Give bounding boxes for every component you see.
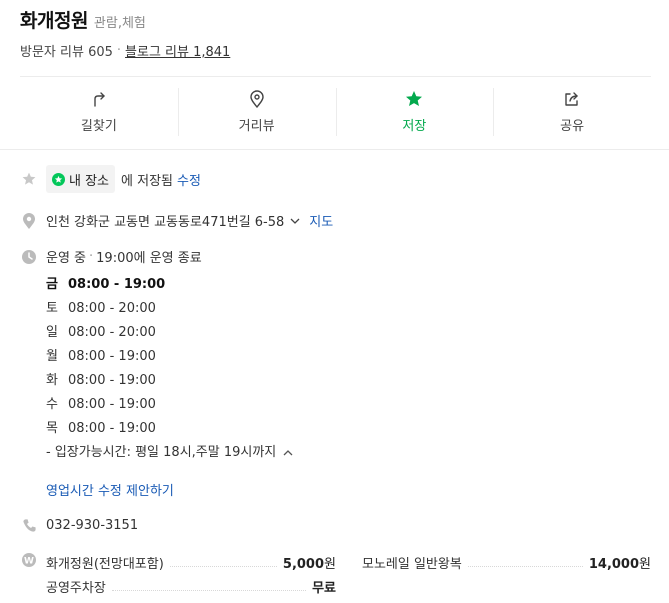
saved-text: 에 저장됨 [121, 173, 173, 189]
price-item: 공영주차장 무료 [46, 577, 336, 596]
hours-time: 08:00 - 19:00 [68, 277, 166, 292]
price-amount: 14,000 [588, 556, 640, 572]
price-item: 모노레일 일반왕복 14,000원 [362, 553, 651, 572]
map-link[interactable]: 지도 [309, 211, 333, 230]
blog-review-link[interactable]: 블로그 리뷰 1,841 [125, 41, 230, 60]
price-leader [467, 557, 583, 567]
action-label-share: 공유 [560, 119, 585, 134]
place-category: 관람,체험 [93, 16, 146, 31]
entry-note: - 입장가능시간: 평일 18시,주말 19시까지 [46, 445, 277, 460]
star-icon [406, 91, 423, 106]
saved-row: 내 장소 에 저장됨 수정 [20, 165, 201, 193]
price-item: 화개정원(전망대포함) 5,000원 [46, 553, 336, 572]
place-name: 화개정원 [20, 10, 88, 32]
visitor-review-count[interactable]: 방문자 리뷰 605 [20, 41, 113, 60]
price-leader [111, 581, 307, 591]
price-value: 5,000원 [283, 553, 336, 572]
action-label-save: 저장 [402, 119, 427, 134]
place-header: 화개정원 관람,체험 [20, 6, 146, 33]
svg-text:W: W [24, 557, 34, 567]
hours-item: 수 08:00 - 19:00 [46, 393, 294, 417]
price-name: 공영주차장 [46, 580, 106, 596]
hours-item: 화 08:00 - 19:00 [46, 369, 294, 393]
hours-status: 운영 중 [46, 251, 87, 266]
hours-separator: · [89, 249, 94, 264]
phone-row: 032-930-3151 [20, 516, 138, 534]
hours-time: 08:00 - 19:00 [68, 421, 156, 436]
divider [0, 149, 669, 150]
hours-day: 일 [46, 325, 58, 340]
location-pin-icon [20, 212, 38, 230]
hours-item: 금 08:00 - 19:00 [46, 273, 294, 297]
entry-note-row[interactable]: - 입장가능시간: 평일 18시,주말 19시까지 [46, 441, 294, 465]
hours-time: 08:00 - 20:00 [68, 301, 156, 316]
directions-icon [94, 92, 105, 107]
hours-item: 일 08:00 - 20:00 [46, 321, 294, 345]
price-amount: 5,000 [282, 556, 325, 572]
price-value: 14,000원 [589, 553, 651, 572]
hours-day: 목 [46, 421, 58, 436]
suggest-edit-label: 영업시간 수정 제안하기 [46, 484, 174, 499]
hours-time: 08:00 - 19:00 [68, 349, 156, 364]
price-unit: 원 [639, 556, 651, 572]
divider [20, 76, 651, 77]
saved-folder-chip[interactable]: 내 장소 [46, 165, 116, 193]
hours-item: 토 08:00 - 20:00 [46, 297, 294, 321]
green-star-icon [52, 172, 65, 186]
chevron-down-icon[interactable] [289, 215, 301, 227]
hours-day: 금 [46, 277, 58, 292]
address-text: 인천 강화군 교동면 교동동로471번길 6-58 [46, 215, 285, 230]
action-bar: 길찾기 거리뷰 저장 공유 [20, 78, 651, 148]
star-outline-icon [20, 170, 38, 188]
hours-time: 08:00 - 19:00 [68, 373, 156, 388]
hours-day: 토 [46, 301, 58, 316]
phone-number[interactable]: 032-930-3151 [46, 518, 138, 533]
saved-folder-label: 내 장소 [69, 173, 110, 189]
price-amount: 무료 [312, 580, 336, 596]
review-separator: · [116, 43, 122, 58]
hours-day: 화 [46, 373, 58, 388]
price-leader [169, 557, 277, 567]
map-pin-icon [249, 90, 264, 109]
hours-day: 수 [46, 397, 58, 412]
suggest-hours-edit-link[interactable]: 영업시간 수정 제안하기 [46, 480, 174, 499]
price-unit: 원 [324, 556, 336, 572]
price-value: 무료 [312, 577, 336, 596]
chevron-up-icon[interactable] [282, 447, 294, 459]
hours-detail: 19:00에 운영 종료 [96, 251, 202, 266]
price-row: 공영주차장 무료 [46, 574, 651, 598]
won-icon: W [20, 551, 38, 569]
phone-icon [20, 516, 38, 534]
street-view-button[interactable]: 거리뷰 [177, 78, 336, 148]
review-summary: 방문자 리뷰 605 · 블로그 리뷰 1,841 [20, 41, 230, 60]
address-row: 인천 강화군 교동면 교동동로471번길 6-58 지도 [20, 211, 333, 230]
price-row: 화개정원(전망대포함) 5,000원 모노레일 일반왕복 14,000원 [46, 550, 651, 574]
price-list: 화개정원(전망대포함) 5,000원 모노레일 일반왕복 14,000원 공영주… [46, 550, 651, 598]
hours-day: 월 [46, 349, 58, 364]
action-label-directions: 길찾기 [80, 119, 117, 134]
price-name: 모노레일 일반왕복 [362, 556, 462, 572]
action-label-street-view: 거리뷰 [238, 119, 275, 134]
share-button[interactable]: 공유 [493, 78, 651, 148]
saved-edit-link[interactable]: 수정 [177, 170, 201, 189]
hours-item: 월 08:00 - 19:00 [46, 345, 294, 369]
hours-item: 목 08:00 - 19:00 [46, 417, 294, 441]
hours-time: 08:00 - 20:00 [68, 325, 156, 340]
price-name: 화개정원(전망대포함) [46, 556, 164, 572]
directions-button[interactable]: 길찾기 [20, 78, 178, 148]
hours-time: 08:00 - 19:00 [68, 397, 156, 412]
price-icon-row: W [20, 551, 46, 569]
hours-status-row: 운영 중 · 19:00에 운영 종료 [20, 247, 202, 266]
hours-list: 금 08:00 - 19:00 토 08:00 - 20:00 일 08:00 - 2… [46, 273, 294, 465]
save-button[interactable]: 저장 [335, 78, 494, 148]
clock-icon [20, 248, 38, 266]
share-icon [565, 92, 578, 106]
